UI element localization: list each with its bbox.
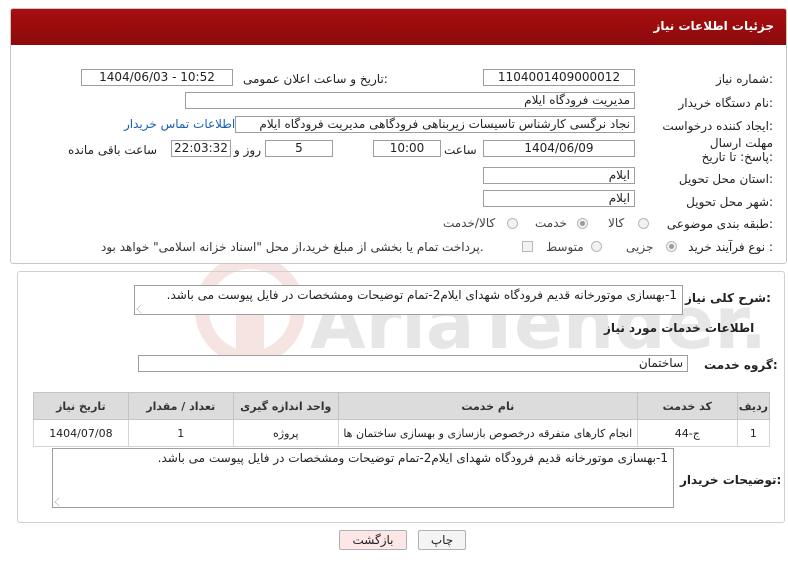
- panel-title: جزئیات اطلاعات نیاز: [653, 19, 774, 33]
- treasury-note: پرداخت تمام یا بخشی از مبلغ خرید،از محل …: [101, 240, 484, 254]
- deadline-time-field: 10:00: [373, 140, 441, 157]
- buyer-org-field: مدیریت فرودگاه ایلام: [185, 92, 635, 109]
- process-radio-medium[interactable]: [591, 241, 602, 252]
- process-label: نوع فرآیند خرید :: [688, 240, 773, 254]
- summary-label: شرح کلی نیاز:: [685, 291, 771, 305]
- city-field: ایلام: [483, 190, 635, 207]
- category-goods-label: کالا: [608, 216, 625, 230]
- summary-textarea[interactable]: 1-بهسازی موتورخانه قدیم فرودگاه شهدای ای…: [134, 285, 683, 315]
- cell-service-name: انجام کارهای متفرقه درخصوص بازسازی و بهس…: [337, 419, 638, 447]
- back-button[interactable]: بازگشت: [339, 530, 407, 550]
- category-radio-service[interactable]: [577, 218, 588, 229]
- cell-need-date: 1404/07/08: [33, 419, 129, 447]
- print-button[interactable]: چاپ: [418, 530, 466, 550]
- city-label: شهر محل تحویل:: [686, 195, 773, 209]
- buyer-notes-text: 1-بهسازی موتورخانه قدیم فرودگاه شهدای ای…: [157, 451, 668, 465]
- time-label: ساعت: [444, 143, 477, 157]
- buyer-contact-link[interactable]: اطلاعات تماس خریدار: [124, 117, 235, 131]
- resize-grip-icon[interactable]: [54, 497, 64, 507]
- category-goods-service-label: کالا/خدمت: [443, 216, 496, 230]
- need-number-label: شماره نیاز:: [715, 72, 773, 86]
- cell-row-number: 1: [736, 419, 771, 447]
- category-label: طبقه بندی موضوعی:: [666, 217, 773, 231]
- category-radio-goods-service[interactable]: [507, 218, 518, 229]
- col-header-service-name: نام خدمت: [337, 392, 638, 420]
- need-number-field: 1104001409000012: [483, 69, 635, 86]
- category-service-label: خدمت: [535, 216, 567, 230]
- requester-label: ایجاد کننده درخواست:: [662, 119, 773, 133]
- col-header-need-date: تاریخ نیاز: [33, 392, 129, 420]
- province-field: ایلام: [483, 167, 635, 184]
- remaining-time-field: 22:03:32: [171, 140, 231, 157]
- announce-label: تاریخ و ساعت اعلان عمومی:: [243, 72, 388, 86]
- requester-field: نجاد نرگسی کارشناس تاسیسات زیربناهی فرود…: [235, 116, 635, 133]
- services-section-title: اطلاعات خدمات مورد نیاز: [604, 321, 755, 335]
- days-field: 5: [265, 140, 333, 157]
- buyer-org-label: نام دستگاه خریدار:: [678, 96, 774, 110]
- panel-header: جزئیات اطلاعات نیاز: [11, 9, 786, 45]
- table-row: 1 ج-44 انجام کارهای متفرقه درخصوص بازساز…: [33, 419, 771, 447]
- resize-grip-icon[interactable]: [136, 304, 146, 314]
- process-minor-label: جزیی: [626, 240, 654, 254]
- service-group-field: ساختمان: [138, 355, 688, 372]
- cell-unit: پروژه: [232, 419, 339, 447]
- announce-datetime-field: 1404/06/03 - 10:52: [81, 69, 233, 86]
- treasury-checkbox[interactable]: [522, 241, 533, 252]
- buyer-notes-label: توضیحات خریدار:: [680, 473, 782, 487]
- cell-service-code: ج-44: [636, 419, 738, 447]
- process-medium-label: متوسط: [546, 240, 584, 254]
- deadline-label: مهلت ارسال پاسخ: تا تاریخ:: [701, 136, 773, 164]
- summary-text: 1-بهسازی موتورخانه قدیم فرودگاه شهدای ای…: [166, 288, 677, 302]
- col-header-unit: واحد اندازه گیری: [232, 392, 339, 420]
- need-details-panel: جزئیات اطلاعات نیاز شماره نیاز: 11040014…: [10, 8, 787, 264]
- services-table: ردیف کد خدمت نام خدمت واحد اندازه گیری ت…: [33, 392, 771, 447]
- col-header-row-number: ردیف: [736, 392, 771, 420]
- table-header-row: ردیف کد خدمت نام خدمت واحد اندازه گیری ت…: [33, 392, 771, 420]
- cell-quantity: 1: [127, 419, 234, 447]
- deadline-date-field: 1404/06/09: [483, 140, 635, 157]
- col-header-quantity: تعداد / مقدار: [127, 392, 234, 420]
- category-radio-goods[interactable]: [638, 218, 649, 229]
- province-label: استان محل تحویل:: [678, 172, 773, 186]
- remaining-label: ساعت باقی مانده: [68, 143, 158, 157]
- col-header-service-code: کد خدمت: [636, 392, 738, 420]
- service-group-label: گروه خدمت:: [704, 358, 778, 372]
- days-label: روز و: [234, 143, 261, 157]
- buyer-notes-textarea[interactable]: 1-بهسازی موتورخانه قدیم فرودگاه شهدای ای…: [52, 448, 674, 508]
- process-radio-minor[interactable]: [666, 241, 677, 252]
